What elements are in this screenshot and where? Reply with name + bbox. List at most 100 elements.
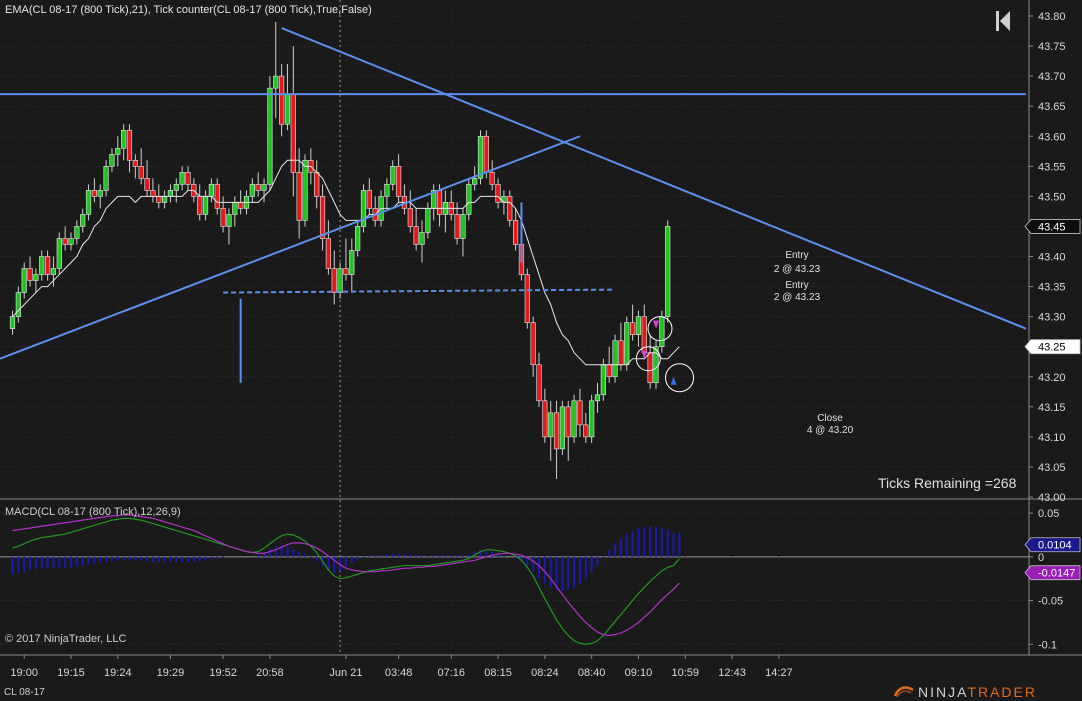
candle-up: [653, 346, 659, 384]
candle-up: [115, 147, 121, 155]
time-tick-label: 08:24: [531, 667, 559, 679]
candle-up: [477, 135, 484, 179]
candle-down: [132, 160, 138, 167]
candle-up: [355, 226, 361, 251]
candle-down: [319, 196, 326, 239]
candle-up: [9, 316, 16, 329]
candle-up: [665, 226, 671, 317]
candle-up: [85, 190, 92, 215]
candle-up: [559, 406, 565, 450]
execution-label-entry: Entry: [785, 250, 808, 261]
candle-up: [202, 196, 209, 215]
candle-up: [121, 129, 127, 149]
price-tick-label: 43.00: [1038, 492, 1066, 504]
candle-down: [62, 238, 68, 245]
candle-down: [156, 196, 162, 203]
price-marker-label: 43.25: [1038, 342, 1066, 354]
candle-down: [331, 268, 337, 293]
time-tick-label: Jun 21: [329, 667, 362, 679]
candle-up: [179, 172, 185, 185]
brand-trader: TRADER: [967, 684, 1037, 700]
candle-up: [337, 268, 343, 293]
execution-detail-entry: 2 @ 43.23: [774, 264, 821, 275]
candle-up: [548, 412, 554, 438]
ninjatrader-logo: NINJATRADER: [918, 684, 1037, 700]
chart-canvas[interactable]: 43.80 43.75 43.70 43.65 43.60 43.55 43.50 43.45…: [0, 0, 1082, 701]
candle-down: [27, 268, 33, 281]
candle-up: [232, 202, 238, 215]
candle-up: [302, 160, 308, 221]
price-tick-label: 43.20: [1038, 372, 1066, 384]
candle-down: [647, 352, 653, 384]
candle-down: [220, 208, 226, 227]
candle-up: [419, 232, 425, 245]
candle-down: [126, 129, 133, 161]
candle-up: [594, 394, 601, 402]
brand-ninja: NINJA: [918, 684, 968, 700]
candle-down: [413, 226, 419, 245]
execution-circle: [665, 363, 695, 393]
entry-marker: [641, 350, 648, 359]
candle-down: [489, 172, 495, 185]
candle-down: [483, 135, 489, 173]
candle-down: [395, 166, 402, 197]
execution-detail-entry: 2 @ 43.23: [774, 292, 821, 303]
candle-up: [249, 184, 255, 197]
macd-tick-label: -0.1: [1038, 639, 1057, 651]
candle-up: [261, 184, 267, 191]
collapse-panel-icon[interactable]: [995, 10, 1011, 32]
candle-up: [284, 93, 291, 125]
time-tick-label: 19:15: [57, 667, 85, 679]
price-tick-label: 43.75: [1038, 41, 1066, 53]
price-tick-label: 43.15: [1038, 402, 1066, 414]
macd-tick-label: -0.05: [1038, 596, 1063, 608]
macd-tick-label: 0.05: [1038, 508, 1059, 520]
candle-up: [15, 292, 21, 317]
instrument-tab[interactable]: CL 08-17: [4, 687, 45, 698]
price-tick-label: 43.10: [1038, 432, 1066, 444]
price-tick-label: 43.80: [1038, 11, 1066, 23]
candle-down: [366, 190, 372, 209]
candle-up: [600, 364, 606, 396]
candle-down: [407, 208, 413, 227]
candle-up: [466, 184, 472, 215]
time-tick-label: 03:48: [385, 667, 413, 679]
time-tick-label: 20:58: [256, 667, 284, 679]
candle-down: [507, 196, 513, 221]
price-tick-label: 43.05: [1038, 462, 1066, 474]
trend-line-dashed: [223, 288, 616, 294]
candle-down: [436, 190, 443, 215]
entry-marker: [653, 320, 659, 329]
candle-down: [44, 256, 51, 275]
macd-panel-indicator-label: MACD(CL 08-17 (800 Tick),12,26,9): [5, 506, 181, 518]
candle-up: [97, 190, 103, 197]
execution-label-close: Close: [817, 413, 843, 424]
candle-up: [33, 274, 39, 281]
candle-up: [360, 190, 367, 227]
macd-marker-label: -0.0147: [1038, 568, 1075, 580]
candle-down: [325, 238, 332, 269]
price-panel-indicator-label: EMA(CL 08-17 (800 Tick),21), Tick counte…: [5, 4, 372, 16]
trend-line-ascending: [0, 135, 581, 360]
candle-up: [74, 226, 80, 239]
candle-up: [56, 238, 62, 269]
price-tick-label: 43.60: [1038, 131, 1066, 143]
time-tick-label: 07:16: [437, 667, 465, 679]
time-tick-label: 19:52: [209, 667, 237, 679]
macd-tick-label: 0: [1038, 552, 1044, 564]
candle-up: [162, 196, 168, 203]
time-tick-label: 08:15: [484, 667, 512, 679]
candle-up: [208, 184, 215, 197]
execution-detail-close: 4 @ 43.20: [807, 425, 854, 436]
price-tick-label: 43.65: [1038, 101, 1066, 113]
candle-down: [278, 75, 285, 125]
ninjatrader-swoosh-icon: [893, 686, 914, 698]
candle-down: [454, 214, 460, 239]
candle-down: [565, 406, 571, 438]
candle-down: [577, 400, 583, 426]
time-tick-label: 19:00: [10, 667, 38, 679]
candle-down: [583, 424, 589, 438]
candle-down: [618, 340, 624, 366]
candle-up: [384, 184, 390, 197]
candle-down: [296, 172, 302, 221]
